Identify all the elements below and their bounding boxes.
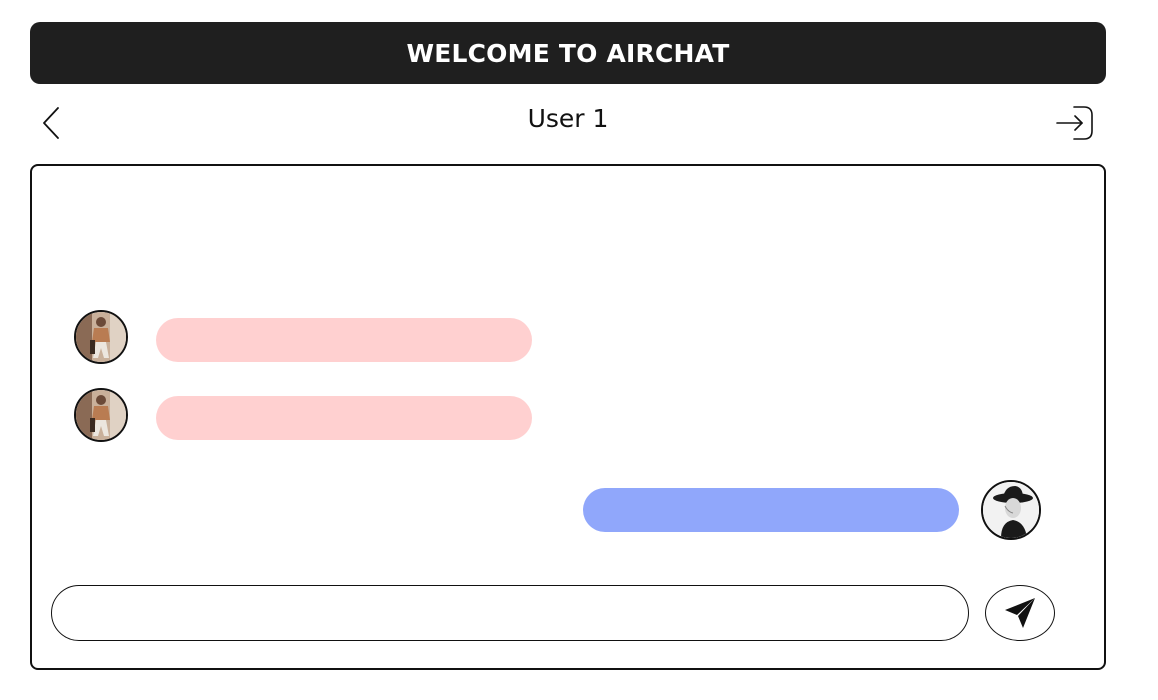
conversation-user-name: User 1 [527, 104, 609, 133]
app-header-banner: WELCOME TO AIRCHAT [30, 22, 1106, 84]
message-input[interactable] [51, 585, 969, 641]
self-avatar [981, 480, 1041, 540]
app-title: WELCOME TO AIRCHAT [406, 38, 730, 68]
paper-plane-icon [1005, 598, 1035, 628]
person-sitting-photo [76, 390, 126, 440]
contact-avatar [74, 310, 128, 364]
chat-panel [30, 164, 1106, 670]
logout-button[interactable] [1054, 103, 1098, 143]
send-button[interactable] [985, 585, 1055, 641]
message-bubble-outgoing[interactable] [583, 488, 959, 532]
sign-in-arrow-icon [1056, 106, 1093, 140]
message-bubble-incoming[interactable] [156, 396, 532, 440]
contact-avatar [74, 388, 128, 442]
person-sitting-photo [76, 312, 126, 362]
man-with-hat-photo [983, 482, 1039, 538]
message-bubble-incoming[interactable] [156, 318, 532, 362]
conversation-nav: User 1 [30, 96, 1106, 148]
